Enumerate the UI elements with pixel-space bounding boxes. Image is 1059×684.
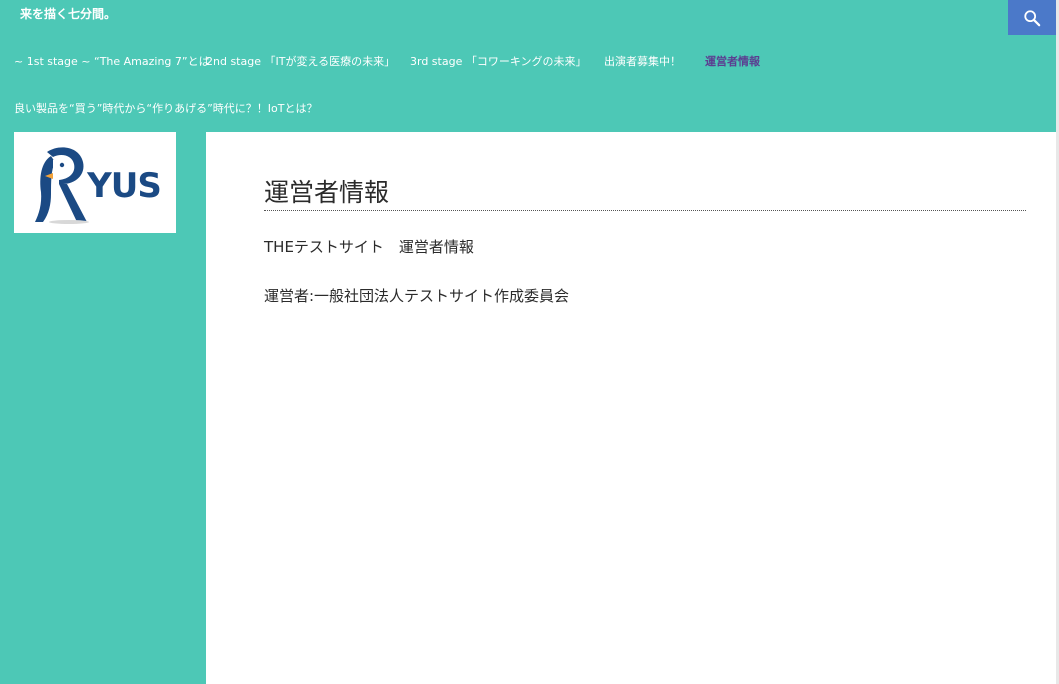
page-title: 運営者情報 bbox=[264, 177, 1026, 211]
nav-item-2nd-stage[interactable]: 2nd stage 「ITが変える医療の未来」 bbox=[206, 53, 395, 69]
nav-item-performers-wanted[interactable]: 出演者募集中！ bbox=[604, 53, 681, 69]
nav-item-1st-stage[interactable]: ~ 1st stage ~ “The Amazing 7”とは bbox=[14, 53, 210, 69]
primary-nav: ~ 1st stage ~ “The Amazing 7”とは 2nd stag… bbox=[0, 38, 1056, 131]
logo-text: YUS bbox=[87, 165, 162, 206]
logo-mark: YUS bbox=[29, 142, 162, 224]
content-paragraph: 運営者:一般社団法人テストサイト作成委員会 bbox=[264, 287, 570, 305]
search-icon bbox=[1024, 9, 1041, 26]
search-button[interactable] bbox=[1008, 0, 1056, 35]
nav-item-iot[interactable]: 良い製品を“買う”時代から“作りあげる”時代に？！IoTとは？ bbox=[14, 100, 318, 116]
site-logo[interactable]: YUS bbox=[14, 132, 176, 233]
nav-item-3rd-stage[interactable]: 3rd stage 「コワーキングの未来」 bbox=[410, 53, 587, 69]
content-paragraph: THEテストサイト 運営者情報 bbox=[264, 238, 474, 256]
penguin-logo-icon bbox=[35, 146, 90, 224]
site-tagline[interactable]: 来を描く七分間。 bbox=[20, 5, 116, 22]
main-content: 運営者情報 THEテストサイト 運営者情報 運営者:一般社団法人テストサイト作成… bbox=[206, 132, 1056, 684]
nav-item-operator-info[interactable]: 運営者情報 bbox=[705, 53, 760, 69]
